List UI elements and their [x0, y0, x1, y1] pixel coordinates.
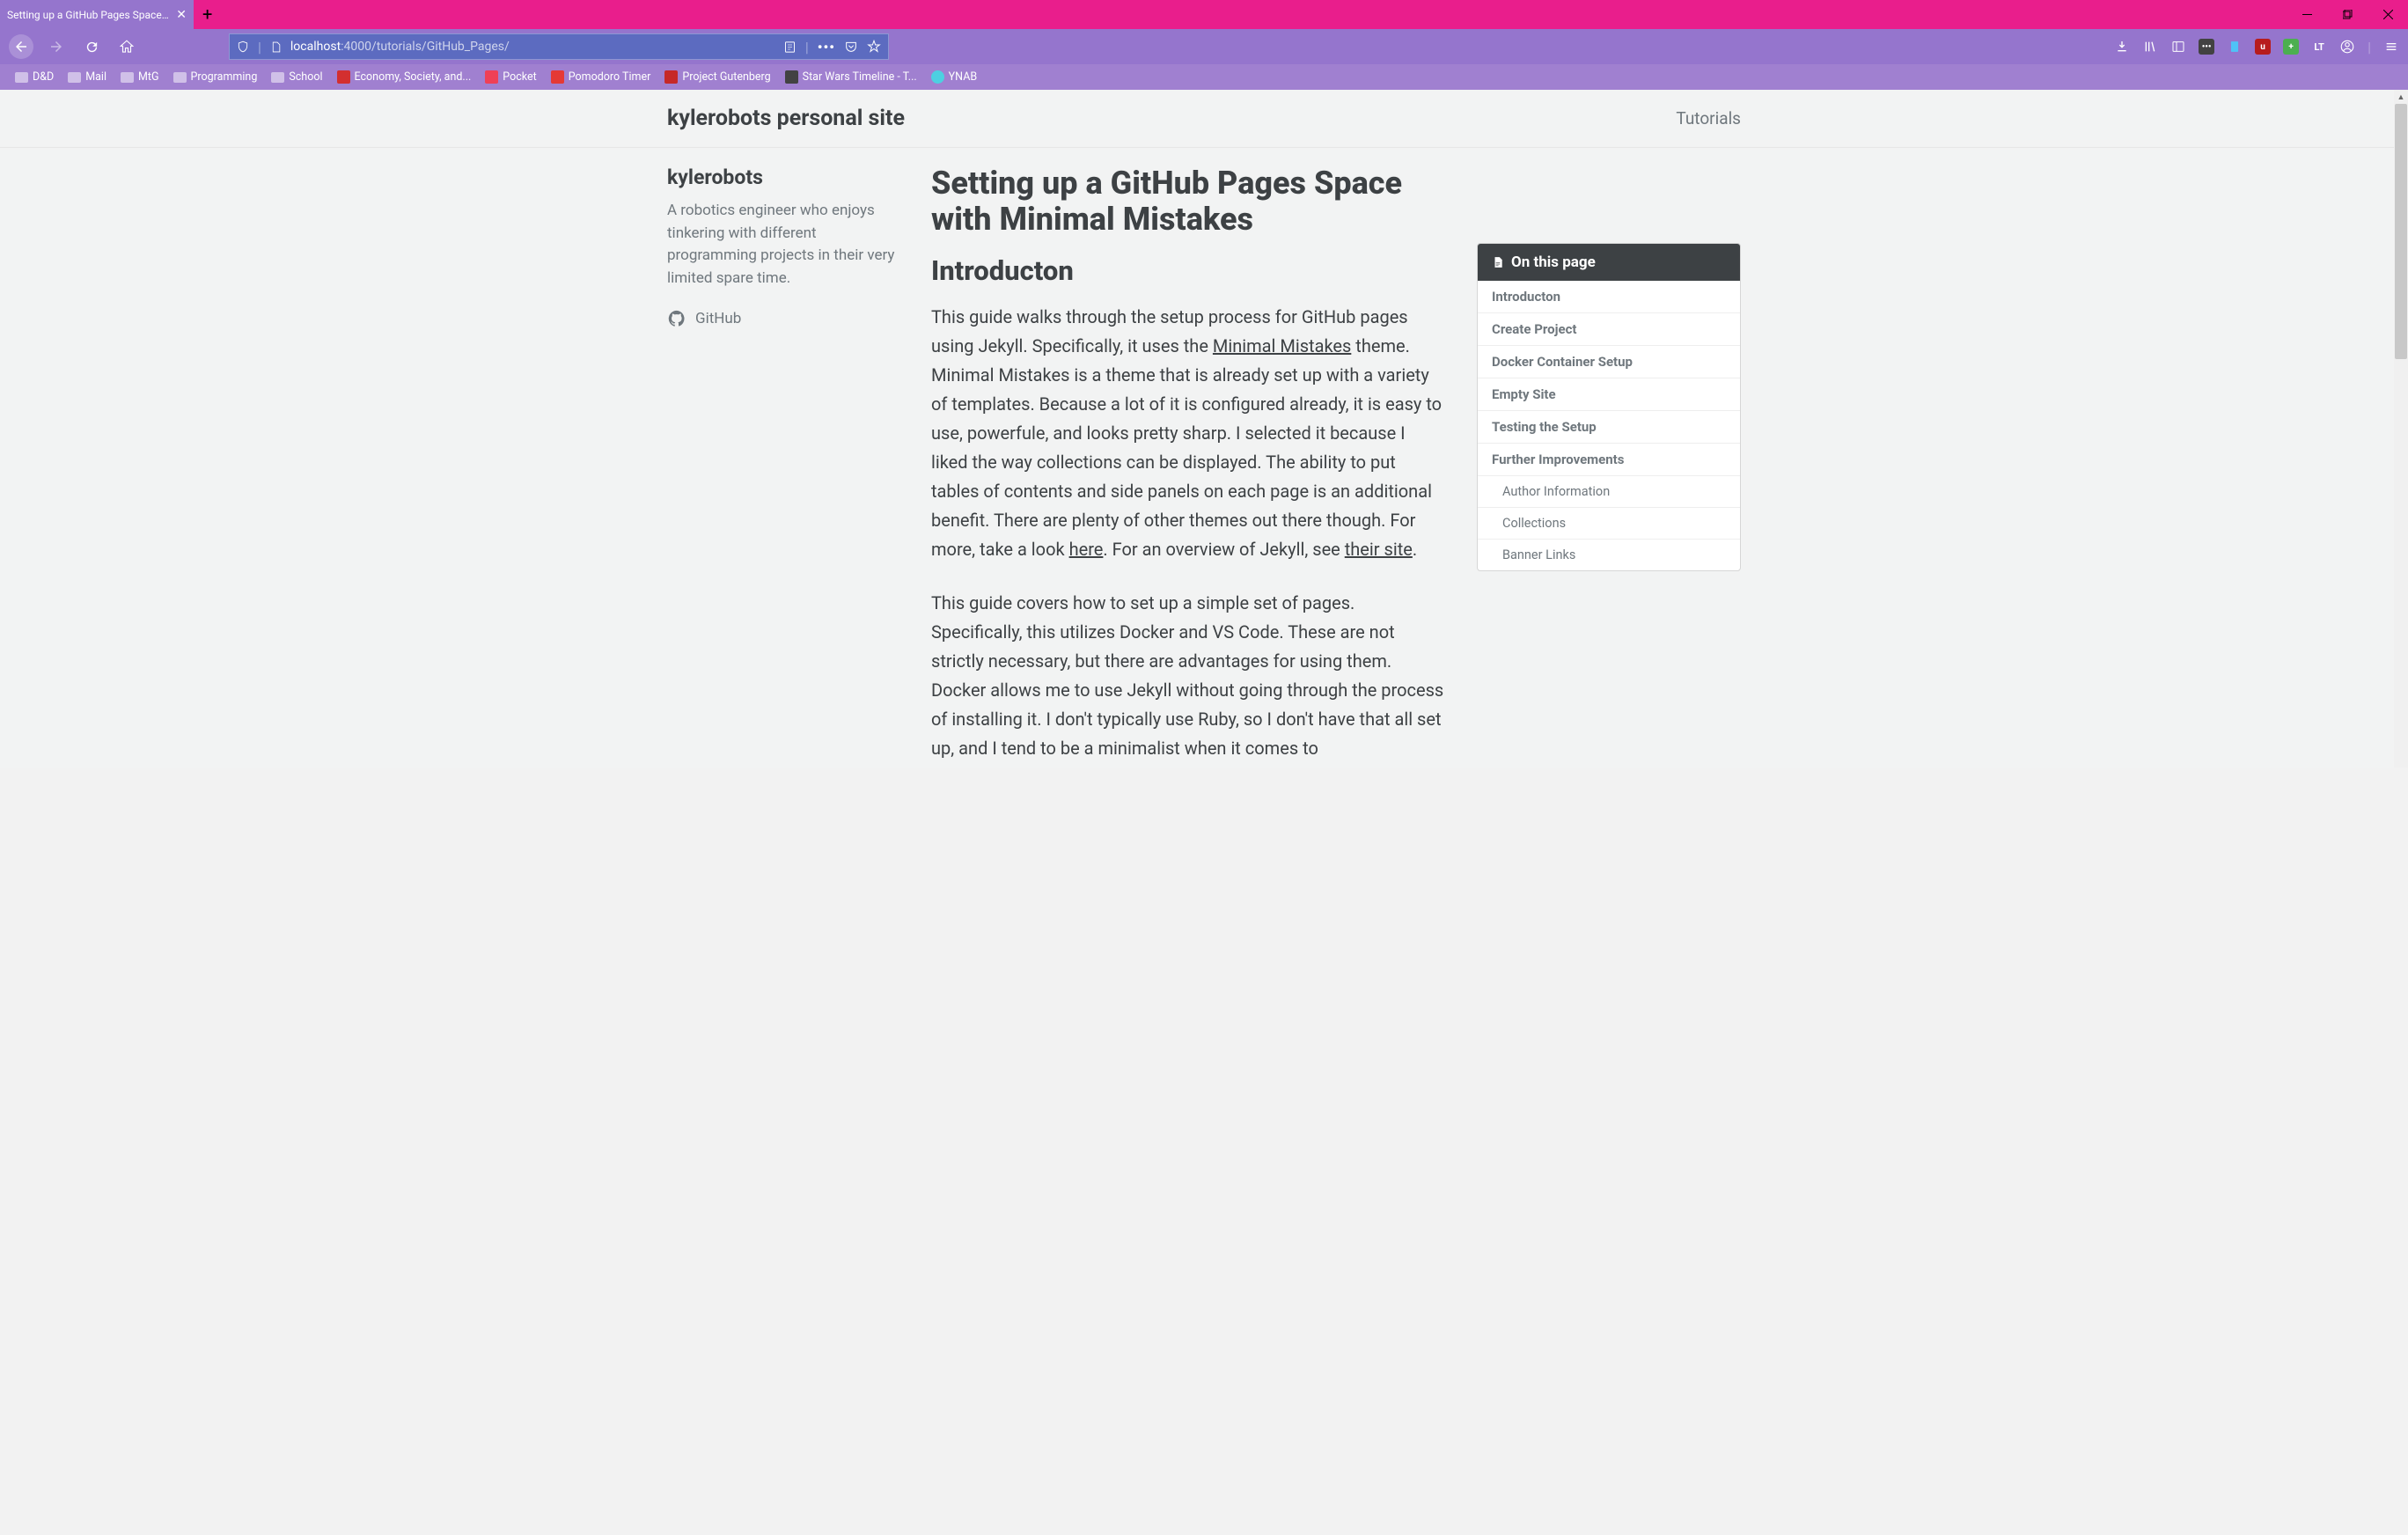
toc-item-collections[interactable]: Collections: [1478, 508, 1740, 540]
toc-item-improvements[interactable]: Further Improvements: [1478, 444, 1740, 476]
bookmark-economy[interactable]: Economy, Society, and...: [331, 68, 478, 86]
extension-icon-1[interactable]: •••: [2199, 39, 2214, 55]
document-icon: [1492, 255, 1504, 269]
site-icon: [551, 70, 564, 84]
author-sidebar: kylerobots A robotics engineer who enjoy…: [667, 165, 900, 768]
url-text: localhost:4000/tutorials/GitHub_Pages/: [290, 40, 775, 54]
toolbar-extensions: ••• u + LT |: [2114, 39, 2399, 55]
site-icon: [785, 70, 798, 84]
site-icon: [931, 70, 944, 84]
maximize-icon: [2343, 10, 2353, 19]
vertical-scrollbar[interactable]: ▲: [2394, 90, 2408, 768]
bookmark-starwars[interactable]: Star Wars Timeline - T...: [779, 68, 923, 86]
downloads-icon[interactable]: [2114, 39, 2130, 55]
paragraph-1: This guide walks through the setup proce…: [931, 303, 1446, 564]
close-tab-icon[interactable]: ✕: [176, 8, 187, 22]
back-button[interactable]: [9, 34, 33, 59]
window-controls: [2287, 0, 2408, 29]
sidebars-icon[interactable]: [2170, 39, 2186, 55]
folder-icon: [68, 72, 81, 83]
author-name: kylerobots: [667, 165, 900, 189]
reader-mode-icon[interactable]: [783, 40, 797, 54]
toc-item-author-info[interactable]: Author Information: [1478, 476, 1740, 508]
close-window-button[interactable]: [2368, 0, 2408, 29]
browser-tab[interactable]: Setting up a GitHub Pages Space w ✕: [0, 0, 194, 29]
author-bio: A robotics engineer who enjoys tinkering…: [667, 200, 900, 290]
bookmark-school[interactable]: School: [265, 68, 328, 86]
minimize-icon: [2302, 14, 2312, 15]
scroll-thumb[interactable]: [2395, 104, 2407, 359]
toc-item-banner-links[interactable]: Banner Links: [1478, 540, 1740, 570]
link-minimal-mistakes[interactable]: Minimal Mistakes: [1213, 335, 1351, 356]
toc-item-create-project[interactable]: Create Project: [1478, 313, 1740, 346]
library-icon[interactable]: [2142, 39, 2158, 55]
home-icon: [119, 39, 135, 55]
reload-button[interactable]: [79, 34, 104, 59]
section-heading-introduction: Introducton: [931, 254, 1446, 287]
folder-icon: [173, 72, 187, 83]
menu-button[interactable]: [2383, 39, 2399, 55]
link-their-site[interactable]: their site: [1345, 539, 1413, 560]
ublock-icon[interactable]: u: [2255, 39, 2271, 55]
forward-button: [44, 34, 69, 59]
author-github-link[interactable]: GitHub: [667, 309, 900, 328]
tab-title: Setting up a GitHub Pages Space w: [7, 9, 169, 21]
maximize-button[interactable]: [2327, 0, 2368, 29]
bookmark-pocket[interactable]: Pocket: [479, 68, 542, 86]
bookmark-star-icon[interactable]: [867, 40, 881, 54]
toc-sidebar: On this page Introducton Create Project …: [1477, 165, 1741, 768]
bookmark-pomodoro[interactable]: Pomodoro Timer: [545, 68, 657, 86]
site-icon: [337, 70, 350, 84]
site-icon: [485, 70, 498, 84]
toc-item-introduction[interactable]: Introducton: [1478, 281, 1740, 313]
table-of-contents: On this page Introducton Create Project …: [1477, 243, 1741, 571]
bookmark-mtg[interactable]: MtG: [114, 68, 165, 86]
pocket-icon[interactable]: [844, 40, 858, 54]
extension-add-icon[interactable]: +: [2283, 39, 2299, 55]
toc-item-docker[interactable]: Docker Container Setup: [1478, 346, 1740, 378]
url-toolbar: | localhost:4000/tutorials/GitHub_Pages/…: [0, 29, 2408, 64]
account-icon[interactable]: [2339, 39, 2355, 55]
link-here[interactable]: here: [1069, 539, 1104, 560]
paragraph-2: This guide covers how to set up a simple…: [931, 589, 1446, 763]
toc-header: On this page: [1478, 244, 1740, 281]
minimize-button[interactable]: [2287, 0, 2327, 29]
folder-icon: [271, 72, 284, 83]
extension-icon-2[interactable]: [2227, 39, 2243, 55]
bookmark-mail[interactable]: Mail: [62, 68, 113, 86]
scroll-up-button[interactable]: ▲: [2394, 90, 2408, 104]
page-title: Setting up a GitHub Pages Space with Min…: [931, 165, 1446, 239]
home-button[interactable]: [114, 34, 139, 59]
forward-arrow-icon: [48, 39, 64, 55]
nav-tutorials[interactable]: Tutorials: [1676, 108, 1741, 129]
bookmark-programming[interactable]: Programming: [167, 68, 264, 86]
close-icon: [2383, 10, 2393, 19]
github-label: GitHub: [695, 310, 741, 327]
site-icon: [664, 70, 678, 84]
bookmark-ynab[interactable]: YNAB: [925, 68, 983, 86]
page-actions-icon[interactable]: •••: [818, 39, 835, 55]
shield-icon[interactable]: [237, 40, 249, 54]
article-main: Setting up a GitHub Pages Space with Min…: [931, 165, 1446, 768]
address-bar[interactable]: | localhost:4000/tutorials/GitHub_Pages/…: [229, 33, 889, 60]
folder-icon: [121, 72, 134, 83]
page-content: kylerobots personal site Tutorials kyler…: [0, 90, 2408, 768]
bookmark-gutenberg[interactable]: Project Gutenberg: [658, 68, 776, 86]
extension-lt-icon[interactable]: LT: [2311, 39, 2327, 55]
site-masthead: kylerobots personal site Tutorials: [0, 90, 2408, 148]
site-title[interactable]: kylerobots personal site: [667, 106, 905, 131]
github-icon: [667, 309, 686, 328]
back-arrow-icon: [13, 39, 29, 55]
window-titlebar: Setting up a GitHub Pages Space w ✕ +: [0, 0, 2408, 29]
toc-item-testing[interactable]: Testing the Setup: [1478, 411, 1740, 444]
bookmark-dnd[interactable]: D&D: [9, 68, 60, 86]
new-tab-button[interactable]: +: [194, 0, 221, 28]
folder-icon: [15, 72, 28, 83]
reload-icon: [84, 40, 99, 55]
page-info-icon[interactable]: [270, 40, 282, 54]
toc-item-empty-site[interactable]: Empty Site: [1478, 378, 1740, 411]
bookmarks-bar: D&D Mail MtG Programming School Economy,…: [0, 64, 2408, 90]
